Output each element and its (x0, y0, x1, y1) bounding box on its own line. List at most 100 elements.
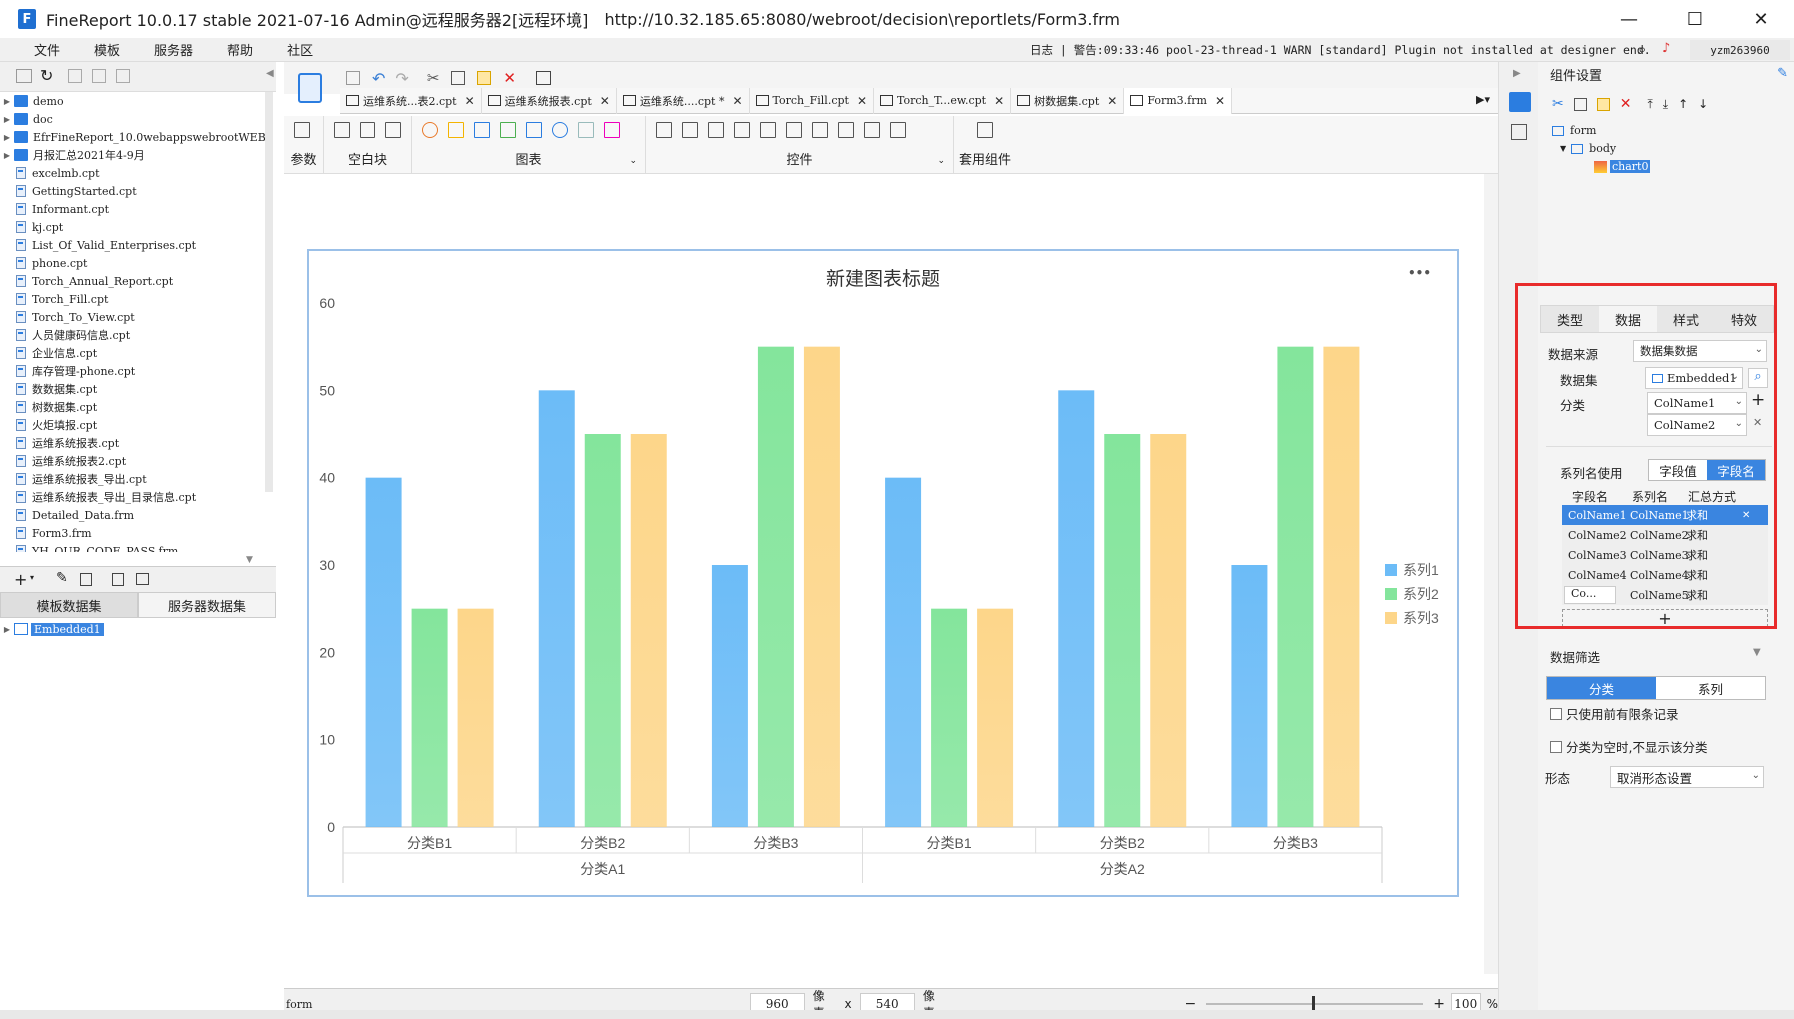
chevron-down-icon[interactable]: ⌄ (937, 156, 945, 166)
delete-icon[interactable]: ✕ (1620, 96, 1632, 112)
ribbon-group-param[interactable]: 参数 (284, 116, 324, 174)
refresh-icon[interactable]: ↻ (40, 66, 53, 85)
radar-chart-icon[interactable] (578, 122, 594, 138)
menu-community[interactable]: 社区 (270, 40, 330, 59)
bar[interactable] (1277, 346, 1314, 827)
user-badge[interactable]: yzm263960 (1690, 40, 1790, 60)
add-dataset-icon[interactable]: + (14, 570, 27, 589)
expand-icon[interactable]: ▶ (0, 625, 14, 634)
legend-label[interactable]: 系列3 (1403, 610, 1439, 626)
menu-template[interactable]: 模板 (77, 40, 137, 59)
component-settings-icon[interactable] (1509, 92, 1531, 112)
tree-item[interactable]: List_Of_Valid_Enterprises.cpt (0, 236, 276, 254)
search-icon[interactable]: ⌕ (1638, 40, 1646, 58)
expand-icon[interactable]: ▶ (0, 133, 14, 142)
tree-scrollbar[interactable] (265, 92, 273, 492)
doc-tab[interactable]: Form3.frm ✕ (1124, 87, 1232, 114)
move-down-icon[interactable]: ↓ (1698, 97, 1708, 111)
doc-tab[interactable]: Torch_Fill.cpt ✕ (750, 87, 875, 114)
zoom-slider[interactable] (1206, 996, 1424, 1012)
tab-server-dataset[interactable]: 服务器数据集 (138, 592, 276, 618)
close-tab-icon[interactable]: ✕ (600, 94, 610, 108)
bar[interactable] (931, 608, 968, 827)
tree-item[interactable]: 企业信息.cpt (0, 344, 276, 362)
tree-item[interactable]: 运维系统报表_导出_目录信息.cpt (0, 488, 276, 506)
area-chart-icon[interactable] (526, 122, 542, 138)
tree-node-body[interactable]: ▼ body (1560, 142, 1616, 155)
undo-icon[interactable]: ↶ (372, 69, 385, 88)
search-widget-icon[interactable] (890, 122, 906, 138)
doc-tab[interactable]: 运维系统...表2.cpt ✕ (340, 87, 482, 114)
copy-icon[interactable] (451, 71, 466, 85)
layout-icon[interactable] (359, 122, 376, 138)
move-bottom-icon[interactable]: ⤓ (1663, 97, 1668, 112)
tree-item[interactable]: phone.cpt (0, 254, 276, 272)
cut-icon[interactable]: ✂ (427, 69, 440, 87)
tree-node-chart0[interactable]: chart0 (1594, 160, 1651, 173)
shape-select[interactable]: 取消形态设置 ⌄ (1610, 766, 1764, 788)
server-dataset-icon[interactable] (136, 573, 149, 585)
bar[interactable] (977, 608, 1014, 827)
maximize-icon[interactable]: ☐ (1662, 0, 1728, 38)
new-folder-icon[interactable] (16, 69, 32, 83)
checkbox-widget-icon[interactable] (760, 122, 776, 138)
splitter-down-icon[interactable]: ▼ (246, 555, 253, 565)
dropdown-widget-icon[interactable] (734, 122, 750, 138)
menu-help[interactable]: 帮助 (210, 40, 270, 59)
doc-tab[interactable]: 树数据集.cpt ✕ (1011, 87, 1125, 114)
block-icon[interactable] (334, 122, 350, 138)
ribbon-group-blank[interactable]: 空白块 (324, 116, 412, 174)
tree-item[interactable]: 运维系统报表2.cpt (0, 452, 276, 470)
limit-records-checkbox[interactable]: 只使用前有限条记录 (1550, 704, 1679, 723)
chevron-down-icon[interactable]: ▼ (1753, 647, 1761, 658)
legend-swatch[interactable] (1385, 612, 1397, 624)
radio-widget-icon[interactable] (864, 122, 880, 138)
bar[interactable] (711, 565, 748, 827)
button-widget-icon[interactable] (708, 122, 724, 138)
bar[interactable] (757, 346, 794, 827)
delete-icon[interactable]: ✕ (503, 69, 516, 87)
move-top-icon[interactable]: ⤒ (1647, 97, 1652, 112)
bar[interactable] (1058, 390, 1095, 827)
bar[interactable] (538, 390, 575, 827)
expand-icon[interactable]: ▶ (0, 151, 14, 160)
filter-tab-series[interactable]: 系列 (1656, 677, 1765, 699)
tab-menu-icon[interactable]: ▶▾ (1476, 93, 1490, 106)
template-mode-icon[interactable] (290, 66, 330, 110)
checkbox-box[interactable] (1550, 707, 1562, 720)
tree-item[interactable]: ▶ demo (0, 92, 276, 110)
pin-icon[interactable]: ✎ (1777, 66, 1788, 81)
locate-icon[interactable] (68, 69, 82, 83)
redo-icon[interactable]: ↷ (395, 69, 408, 88)
doc-tab[interactable]: 运维系统报表.cpt ✕ (482, 87, 617, 114)
save-icon[interactable] (346, 71, 360, 85)
table-icon[interactable] (385, 122, 402, 138)
chevron-down-icon[interactable]: ▾ (30, 573, 34, 582)
tree-item[interactable]: Torch_To_View.cpt (0, 308, 276, 326)
trash-icon[interactable] (80, 573, 92, 586)
preview-icon[interactable] (112, 573, 124, 586)
tree-item[interactable]: 运维系统报表.cpt (0, 434, 276, 452)
number-widget-icon[interactable] (812, 122, 828, 138)
menu-file[interactable]: 文件 (0, 40, 77, 59)
tab-template-dataset[interactable]: 模板数据集 (0, 592, 138, 618)
tree-item[interactable]: ▶ doc (0, 110, 276, 128)
tree-item[interactable]: 火炬填报.cpt (0, 416, 276, 434)
cut-icon[interactable]: ✂ (1552, 96, 1564, 112)
close-icon[interactable]: ✕ (1728, 0, 1794, 38)
bar[interactable] (1231, 565, 1268, 827)
collapse-left-icon[interactable]: ◀ (266, 68, 274, 79)
bar[interactable] (803, 346, 840, 827)
ribbon-group-widgets[interactable]: 控件 ⌄ (646, 116, 954, 174)
close-tab-icon[interactable]: ✕ (732, 94, 742, 108)
legend-label[interactable]: 系列1 (1403, 562, 1439, 578)
bar[interactable] (365, 477, 402, 827)
tree-item[interactable]: 运维系统报表_导出.cpt (0, 470, 276, 488)
tree-item[interactable]: YH_OUR_CODE_PASS.frm (0, 542, 276, 552)
chevron-down-icon[interactable]: ▼ (1560, 144, 1566, 153)
tree-item[interactable]: Torch_Annual_Report.cpt (0, 272, 276, 290)
tree-item[interactable]: 数数据集.cpt (0, 380, 276, 398)
minimize-icon[interactable]: — (1596, 0, 1662, 38)
delete-icon[interactable] (92, 69, 106, 83)
collapse-right-icon[interactable]: ▶ (1513, 68, 1521, 79)
